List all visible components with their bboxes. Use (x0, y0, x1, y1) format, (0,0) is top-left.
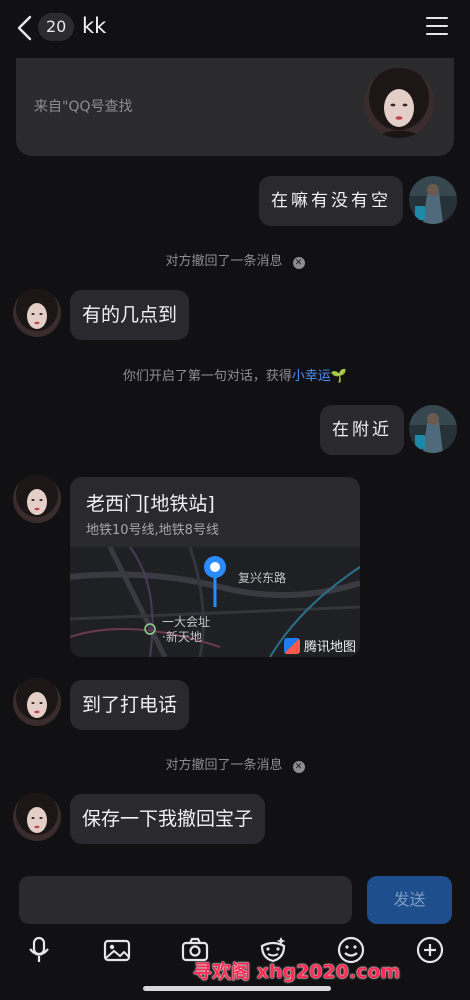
message-bubble-outgoing[interactable]: 在嘛有没有空 (259, 176, 403, 226)
source-card: 来自"QQ号查找 (16, 58, 454, 156)
close-icon[interactable]: ✕ (292, 257, 305, 269)
chat-header: 20 kk (0, 0, 470, 56)
message-bubble-incoming[interactable]: 保存一下我撤回宝子 (70, 794, 266, 844)
home-indicator[interactable] (143, 986, 331, 991)
close-icon[interactable]: ✕ (292, 761, 305, 773)
source-text: 来自"QQ号查找 (34, 99, 133, 115)
location-subtitle: 地铁10号线,地铁8号线 (86, 523, 219, 538)
location-name: 老西门[地铁站] (86, 493, 215, 515)
contact-avatar[interactable] (13, 475, 61, 523)
chat-title: kk (82, 14, 107, 38)
send-button[interactable]: 发送 (367, 876, 452, 924)
system-message: 你们开启了第一句对话，获得小幸运🌱 (122, 369, 348, 384)
system-message: 对方撤回了一条消息 ✕ (0, 250, 470, 269)
my-avatar[interactable] (409, 405, 457, 453)
input-bar: 发送 (0, 876, 470, 924)
lucky-link[interactable]: 小幸运 (292, 369, 331, 384)
message-bubble-outgoing[interactable]: 在附近 (320, 405, 404, 455)
microphone-icon[interactable] (23, 934, 55, 966)
message-input[interactable] (19, 876, 352, 924)
chevron-left-icon (17, 15, 32, 41)
message-bubble-incoming[interactable]: 到了打电话 (70, 680, 190, 730)
menu-icon (426, 17, 448, 19)
map-label: ·新天地 (162, 630, 202, 644)
location-map[interactable]: 复兴东路 一大会址 ·新天地 腾讯地图 (70, 545, 360, 657)
unread-count-badge[interactable]: 20 (38, 13, 75, 41)
message-bubble-incoming[interactable]: 有的几点到 (70, 290, 190, 340)
map-brand: 腾讯地图 (283, 636, 356, 655)
menu-button[interactable] (426, 17, 448, 37)
tencent-map-icon (283, 637, 300, 654)
system-message: 对方撤回了一条消息 ✕ (0, 754, 470, 773)
back-button[interactable] (14, 14, 36, 42)
contact-avatar[interactable] (13, 289, 61, 337)
watermark: 寻欢阁 xhg2020.com (193, 961, 401, 983)
plus-icon[interactable] (414, 934, 446, 966)
sprout-icon: 🌱 (330, 369, 348, 384)
location-card[interactable]: 老西门[地铁站] 地铁10号线,地铁8号线 复兴东路 一大会址 ·新天地 腾讯地… (70, 477, 360, 657)
contact-avatar[interactable] (13, 678, 61, 726)
map-label: 复兴东路 (238, 571, 287, 585)
contact-avatar[interactable] (13, 793, 61, 841)
image-icon[interactable] (101, 934, 133, 966)
my-avatar[interactable] (409, 176, 457, 224)
contact-avatar[interactable] (364, 68, 434, 138)
